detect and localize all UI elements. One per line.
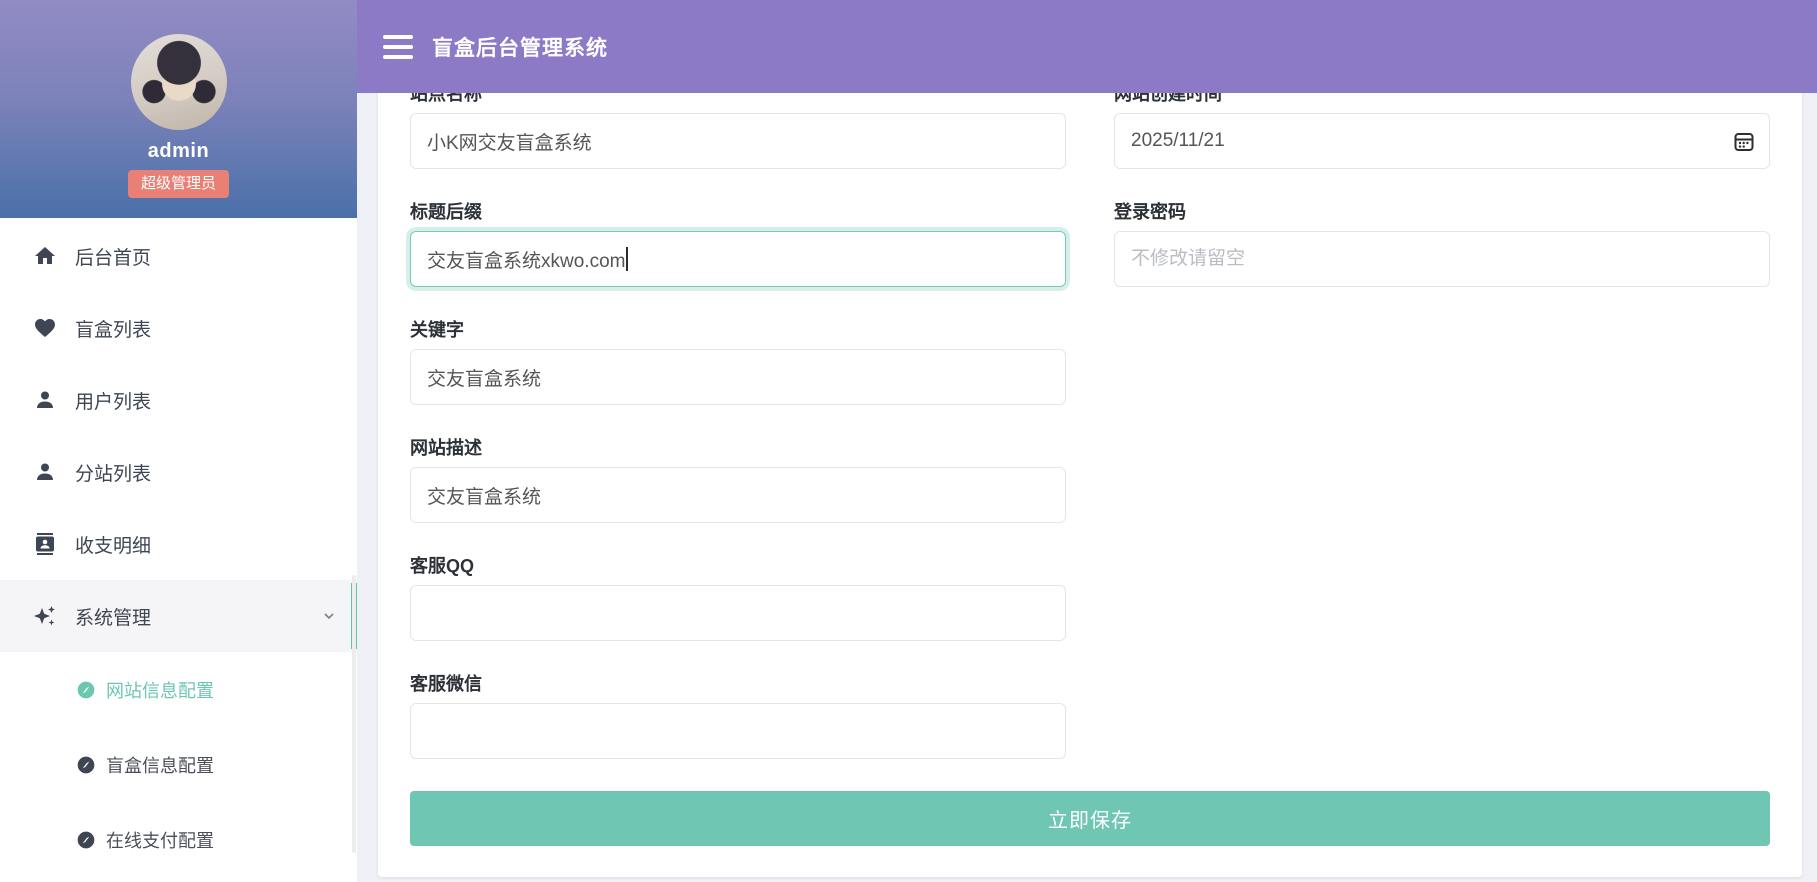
calendar-icon[interactable] [1732,129,1756,153]
sidebar-profile: admin 超级管理员 [0,0,357,218]
sidebar-item-dashboard[interactable]: 后台首页 [0,220,357,292]
created-time-label: 网站创建时间 [1114,93,1770,105]
sidebar-item-system-management[interactable]: 系统管理 [0,580,357,652]
site-name-label: 站点名称 [410,93,1066,105]
submenu-item-online-payment-config[interactable]: 在线支付配置 [0,802,357,877]
app-window: admin 超级管理员 后台首页 盲盒列表 用户列表 [0,0,1817,882]
description-input[interactable] [410,467,1066,523]
compass-icon [76,755,96,775]
topbar: 盲盒后台管理系统 [357,0,1817,93]
submenu-item-label: 网站信息配置 [106,677,214,703]
sidebar-submenu: 网站信息配置 盲盒信息配置 在线支付配置 [0,652,357,877]
site-name-input[interactable] [410,113,1066,169]
text-caret [626,247,628,271]
field-keywords: 关键字 [410,319,1066,405]
username: admin [148,140,209,163]
title-suffix-label: 标题后缀 [410,201,1066,223]
sidebar-item-label: 后台首页 [75,243,337,270]
field-service-qq: 客服QQ [410,555,1066,641]
field-title-suffix: 标题后缀 交友盲盒系统xkwo.com [410,201,1066,287]
submenu-item-blindbox-info-config[interactable]: 盲盒信息配置 [0,727,357,802]
sidebar-item-substation-list[interactable]: 分站列表 [0,436,357,508]
chevron-down-icon [321,608,337,624]
app-title: 盲盒后台管理系统 [432,32,608,62]
service-wechat-label: 客服微信 [410,673,1066,695]
field-description: 网站描述 [410,437,1066,523]
service-wechat-input[interactable] [410,703,1066,759]
sidebar-item-income-expense[interactable]: 收支明细 [0,508,357,580]
form-column-right: 网站创建时间 [1114,93,1770,791]
password-label: 登录密码 [1114,201,1770,223]
save-button[interactable]: 立即保存 [410,791,1770,846]
ledger-icon [33,532,57,556]
avatar [131,34,227,130]
compass-icon [76,680,96,700]
created-time-input[interactable] [1114,113,1770,169]
sidebar-item-label: 用户列表 [75,387,337,414]
sparkles-icon [33,604,57,628]
field-password: 登录密码 [1114,201,1770,287]
submenu-item-label: 盲盒信息配置 [106,752,214,778]
compass-icon [76,830,96,850]
sidebar-item-label: 系统管理 [75,603,321,630]
title-suffix-input[interactable]: 交友盲盒系统xkwo.com [410,231,1066,287]
settings-form-card: 站点名称 标题后缀 交友盲盒系统xkwo.com 关键字 [378,93,1802,877]
main-area: 盲盒后台管理系统 站点名称 标题后缀 交友盲盒系统xkwo.com [357,0,1817,882]
keywords-input[interactable] [410,349,1066,405]
field-service-wechat: 客服微信 [410,673,1066,759]
home-icon [33,244,57,268]
service-qq-input[interactable] [410,585,1066,641]
user-icon [33,460,57,484]
sidebar-scrollbar[interactable] [352,575,356,853]
password-input[interactable] [1114,231,1770,287]
keywords-label: 关键字 [410,319,1066,341]
sidebar-item-user-list[interactable]: 用户列表 [0,364,357,436]
hamburger-menu-icon[interactable] [383,35,413,59]
field-site-name: 站点名称 [410,93,1066,169]
form-column-left: 站点名称 标题后缀 交友盲盒系统xkwo.com 关键字 [410,93,1066,791]
field-created-time: 网站创建时间 [1114,93,1770,169]
user-icon [33,388,57,412]
sidebar-item-blindbox-list[interactable]: 盲盒列表 [0,292,357,364]
sidebar: admin 超级管理员 后台首页 盲盒列表 用户列表 [0,0,357,882]
heart-icon [33,316,57,340]
service-qq-label: 客服QQ [410,555,1066,577]
description-label: 网站描述 [410,437,1066,459]
sidebar-menu: 后台首页 盲盒列表 用户列表 分站列表 [0,218,357,877]
sidebar-item-label: 分站列表 [75,459,337,486]
submenu-item-label: 在线支付配置 [106,827,214,853]
sidebar-item-label: 收支明细 [75,531,337,558]
submenu-item-site-info-config[interactable]: 网站信息配置 [0,652,357,727]
title-suffix-value: 交友盲盒系统xkwo.com [427,246,625,273]
content-area: 站点名称 标题后缀 交友盲盒系统xkwo.com 关键字 [357,93,1817,882]
sidebar-item-label: 盲盒列表 [75,315,337,342]
role-badge: 超级管理员 [128,170,229,198]
